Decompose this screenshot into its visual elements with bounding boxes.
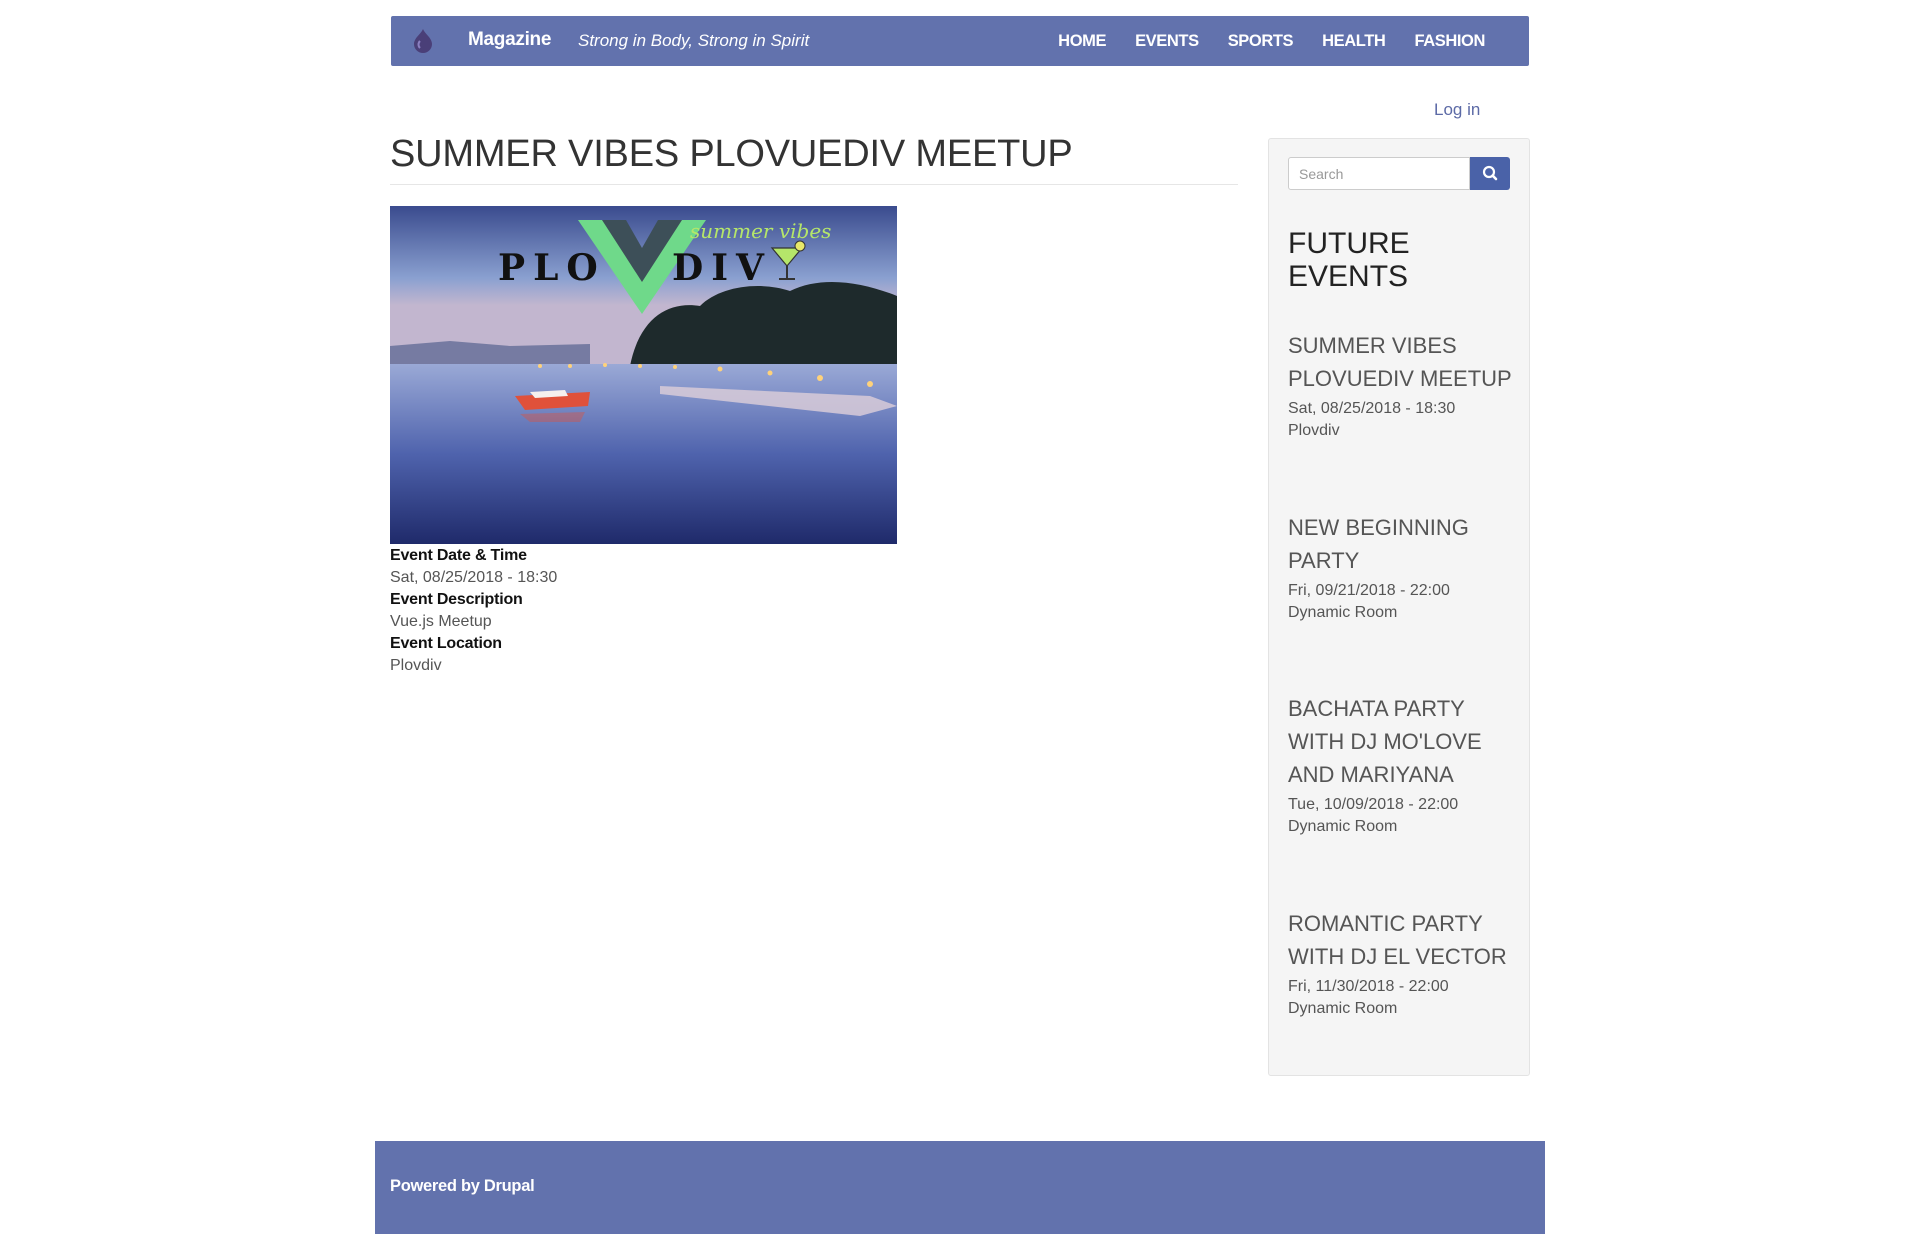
site-slogan: Strong in Body, Strong in Spirit [578, 31, 810, 50]
event-teaser-location: Dynamic Room [1288, 818, 1398, 835]
field-value-description: Vue.js Meetup [390, 613, 492, 630]
top-navbar: Magazine Strong in Body, Strong in Spiri… [391, 16, 1529, 66]
search-input[interactable] [1288, 157, 1470, 190]
event-teaser-title[interactable]: NEW BEGINNING PARTY [1288, 511, 1513, 577]
event-teaser-location: Dynamic Room [1288, 1000, 1398, 1017]
site-name[interactable]: Magazine [468, 29, 551, 51]
field-label-description: Event Description [390, 591, 523, 608]
drupal-drop-icon[interactable] [409, 27, 437, 55]
event-teaser-date: Fri, 09/21/2018 - 22:00 [1288, 582, 1450, 599]
nav-health[interactable]: HEALTH [1322, 32, 1386, 51]
event-teaser-title[interactable]: SUMMER VIBES PLOVUEDIV MEETUP [1288, 329, 1513, 395]
banner-word-left: PLO [498, 247, 606, 289]
nav-sports[interactable]: SPORTS [1228, 32, 1294, 51]
powered-by-drupal-link[interactable]: Powered by Drupal [390, 1177, 535, 1196]
main-menu: HOME EVENTS SPORTS HEALTH FASHION [1029, 16, 1485, 66]
event-teaser: BACHATA PARTY WITH DJ MO'LOVE AND MARIYA… [1288, 692, 1513, 838]
banner-word-right: DIV [672, 247, 772, 289]
event-teaser-date: Sat, 08/25/2018 - 18:30 [1288, 400, 1456, 417]
search-icon [1482, 165, 1498, 181]
event-teaser: SUMMER VIBES PLOVUEDIV MEETUP Sat, 08/25… [1288, 329, 1513, 442]
field-label-location: Event Location [390, 635, 502, 652]
field-label-date: Event Date & Time [390, 547, 527, 564]
nav-home[interactable]: HOME [1058, 32, 1106, 51]
event-teaser: ROMANTIC PARTY WITH DJ EL VECTOR Fri, 11… [1288, 907, 1513, 1020]
event-teaser-date: Tue, 10/09/2018 - 22:00 [1288, 796, 1459, 813]
event-teaser-location: Plovdiv [1288, 422, 1340, 439]
event-image: PLO DIV summer vibes [390, 206, 897, 544]
event-teaser: NEW BEGINNING PARTY Fri, 09/21/2018 - 22… [1288, 511, 1513, 624]
sidebar: FUTURE EVENTS SUMMER VIBES PLOVUEDIV MEE… [1268, 138, 1530, 1076]
title-divider [390, 184, 1238, 185]
field-value-location: Plovdiv [390, 657, 442, 674]
search-button[interactable] [1470, 157, 1510, 190]
login-link[interactable]: Log in [1434, 100, 1480, 120]
site-footer: Powered by Drupal [375, 1141, 1545, 1234]
field-value-date: Sat, 08/25/2018 - 18:30 [390, 569, 558, 586]
nav-fashion[interactable]: FASHION [1414, 32, 1485, 51]
event-teaser-title[interactable]: BACHATA PARTY WITH DJ MO'LOVE AND MARIYA… [1288, 692, 1513, 791]
future-events-title: FUTURE EVENTS [1288, 227, 1410, 293]
event-fields: Event Date & Time Sat, 08/25/2018 - 18:3… [390, 545, 557, 677]
search-form [1288, 157, 1510, 190]
page-title: SUMMER VIBES PLOVUEDIV MEETUP [390, 133, 1073, 175]
nav-events[interactable]: EVENTS [1135, 32, 1199, 51]
event-teaser-date: Fri, 11/30/2018 - 22:00 [1288, 978, 1449, 995]
banner-tagline: summer vibes [690, 219, 831, 243]
event-teaser-location: Dynamic Room [1288, 604, 1398, 621]
event-teaser-title[interactable]: ROMANTIC PARTY WITH DJ EL VECTOR [1288, 907, 1513, 973]
